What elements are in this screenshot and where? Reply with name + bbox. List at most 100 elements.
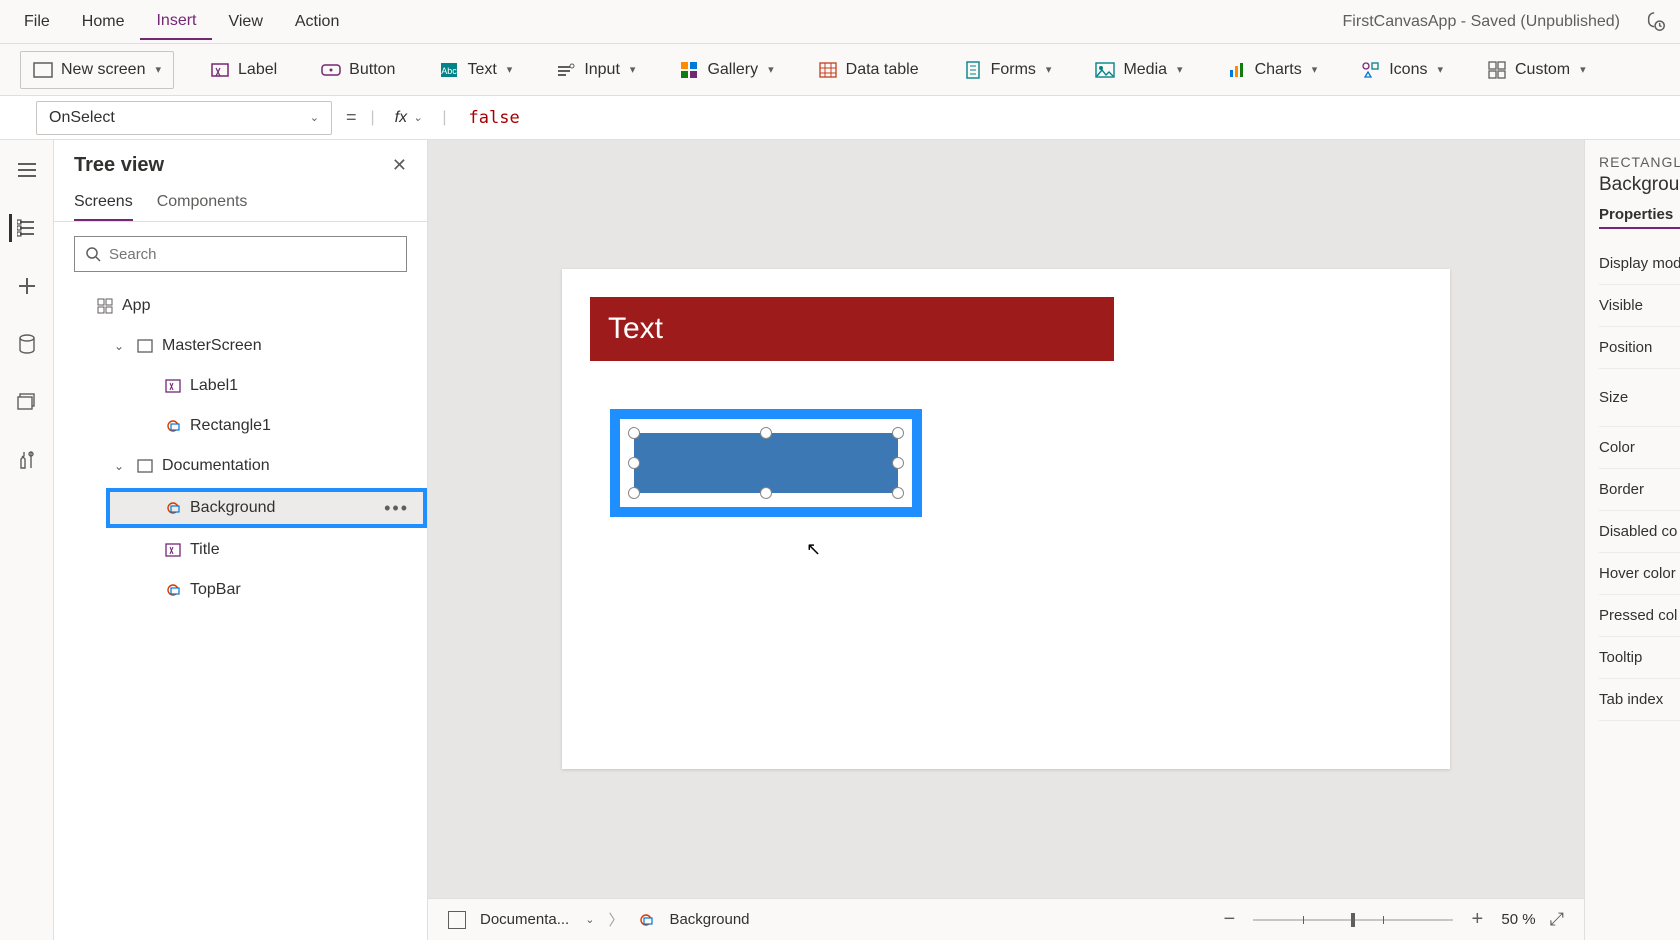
tree-item-masterscreen[interactable]: ⌄ MasterScreen	[54, 326, 427, 366]
status-screen-name[interactable]: Documenta...	[480, 911, 569, 928]
prop-visible[interactable]: Visible	[1599, 285, 1680, 327]
ribbon-button-text: Button	[349, 61, 395, 79]
resize-handle[interactable]	[628, 487, 640, 499]
prop-color[interactable]: Color	[1599, 427, 1680, 469]
app-title: FirstCanvasApp - Saved (Unpublished)	[1343, 13, 1640, 31]
menu-bar: File Home Insert View Action FirstCanvas…	[0, 0, 1680, 44]
tree-tab-components[interactable]: Components	[157, 193, 248, 221]
property-dropdown[interactable]: OnSelect ⌄	[36, 101, 332, 135]
tree-item-label: Background	[190, 499, 275, 517]
media-icon	[1095, 60, 1115, 80]
chevron-down-icon: ▾	[1046, 63, 1052, 76]
ribbon-custom[interactable]: Custom ▾	[1479, 54, 1594, 86]
zoom-slider-thumb[interactable]	[1351, 913, 1355, 927]
screen-icon	[33, 60, 53, 80]
prop-border[interactable]: Border	[1599, 469, 1680, 511]
props-control-name[interactable]: Backgroun	[1599, 174, 1680, 196]
zoom-slider[interactable]	[1253, 919, 1453, 921]
ribbon-custom-label: Custom	[1515, 61, 1570, 79]
resize-handle[interactable]	[760, 487, 772, 499]
ribbon-media[interactable]: Media ▾	[1087, 54, 1190, 86]
chevron-down-icon[interactable]: ⌄	[114, 459, 128, 473]
charts-icon	[1227, 60, 1247, 80]
props-type-label: RECTANGLE	[1599, 154, 1680, 170]
ribbon-icons[interactable]: Icons ▾	[1353, 54, 1451, 86]
formula-input[interactable]	[461, 101, 1653, 135]
menu-view[interactable]: View	[212, 5, 278, 39]
tree-item-rectangle1[interactable]: Rectangle1	[54, 406, 427, 446]
close-icon[interactable]: ✕	[392, 155, 407, 176]
tree-item-app[interactable]: App	[54, 286, 427, 326]
rectangle-icon	[164, 499, 182, 517]
ribbon-data-table[interactable]: Data table	[810, 54, 927, 86]
menu-action[interactable]: Action	[279, 5, 355, 39]
fit-to-window-icon[interactable]: ⤢	[1550, 909, 1564, 930]
resize-handle[interactable]	[892, 457, 904, 469]
prop-size[interactable]: Size	[1599, 369, 1680, 427]
tree-item-label: App	[122, 297, 150, 315]
canvas-title-bar[interactable]: Text	[590, 297, 1114, 361]
tree-search[interactable]	[74, 236, 407, 272]
more-options-icon[interactable]: •••	[384, 498, 415, 519]
status-selection-name[interactable]: Background	[669, 911, 749, 928]
breadcrumb-separator: 〉	[608, 909, 623, 930]
rail-hamburger-icon[interactable]	[13, 156, 41, 184]
prop-disabled-color[interactable]: Disabled co	[1599, 511, 1680, 553]
ribbon-forms[interactable]: Forms ▾	[955, 54, 1060, 86]
tree-item-label1[interactable]: Label1	[54, 366, 427, 406]
chevron-down-icon: ▾	[1437, 63, 1443, 76]
prop-hover-color[interactable]: Hover color	[1599, 553, 1680, 595]
icons-icon	[1361, 60, 1381, 80]
chevron-down-icon[interactable]: ⌄	[114, 339, 128, 353]
rail-data-icon[interactable]	[13, 330, 41, 358]
search-icon	[85, 246, 101, 262]
resize-handle[interactable]	[892, 427, 904, 439]
resize-handle[interactable]	[628, 457, 640, 469]
prop-tab-index[interactable]: Tab index	[1599, 679, 1680, 721]
menu-insert[interactable]: Insert	[140, 4, 212, 40]
rail-tree-view-icon[interactable]	[9, 214, 37, 242]
ribbon-input[interactable]: Input ▾	[548, 54, 643, 86]
tree-item-label: Documentation	[162, 457, 270, 475]
prop-pressed-color[interactable]: Pressed col	[1599, 595, 1680, 637]
chevron-down-icon: ▾	[1580, 63, 1586, 76]
prop-position[interactable]: Position	[1599, 327, 1680, 369]
tree-search-input[interactable]	[109, 246, 396, 263]
tree-tab-screens[interactable]: Screens	[74, 193, 133, 221]
tree-item-topbar[interactable]: TopBar	[54, 570, 427, 610]
tree-item-title[interactable]: Title	[54, 530, 427, 570]
fx-label[interactable]: fx⌄	[389, 109, 429, 127]
ribbon-button[interactable]: Button	[313, 54, 403, 86]
rectangle-icon	[164, 581, 182, 599]
tree-item-background[interactable]: Background •••	[106, 488, 427, 528]
left-rail	[0, 140, 54, 940]
chevron-down-icon[interactable]: ⌄	[585, 913, 594, 926]
screen-stage[interactable]: Text ↖	[562, 269, 1450, 769]
ribbon-new-screen[interactable]: New screen ▾	[20, 51, 174, 89]
ribbon-label-text: Label	[238, 61, 277, 79]
tree-item-documentation[interactable]: ⌄ Documentation	[54, 446, 427, 486]
custom-icon	[1487, 60, 1507, 80]
resize-handle[interactable]	[628, 427, 640, 439]
zoom-value: 50 %	[1501, 911, 1535, 928]
rail-media-icon[interactable]	[13, 388, 41, 416]
app-checker-icon[interactable]	[1640, 6, 1672, 38]
resize-handle[interactable]	[892, 487, 904, 499]
prop-tooltip[interactable]: Tooltip	[1599, 637, 1680, 679]
canvas-area: Text ↖ Documenta... ⌄	[428, 140, 1584, 940]
ribbon-charts[interactable]: Charts ▾	[1219, 54, 1326, 86]
zoom-out-button[interactable]: −	[1219, 908, 1239, 931]
ribbon-gallery[interactable]: Gallery ▾	[671, 54, 781, 86]
ribbon-text[interactable]: Abc Text ▾	[431, 54, 520, 86]
menu-file[interactable]: File	[8, 5, 66, 39]
props-tab-properties[interactable]: Properties	[1599, 206, 1680, 229]
menu-home[interactable]: Home	[66, 5, 141, 39]
prop-display-mode[interactable]: Display mod	[1599, 243, 1680, 285]
rail-tools-icon[interactable]	[13, 446, 41, 474]
resize-handle[interactable]	[760, 427, 772, 439]
zoom-in-button[interactable]: +	[1467, 908, 1487, 931]
ribbon-label[interactable]: Label	[202, 54, 285, 86]
canvas-selected-rectangle[interactable]	[610, 409, 922, 517]
rail-add-icon[interactable]	[13, 272, 41, 300]
label-icon	[164, 377, 182, 395]
